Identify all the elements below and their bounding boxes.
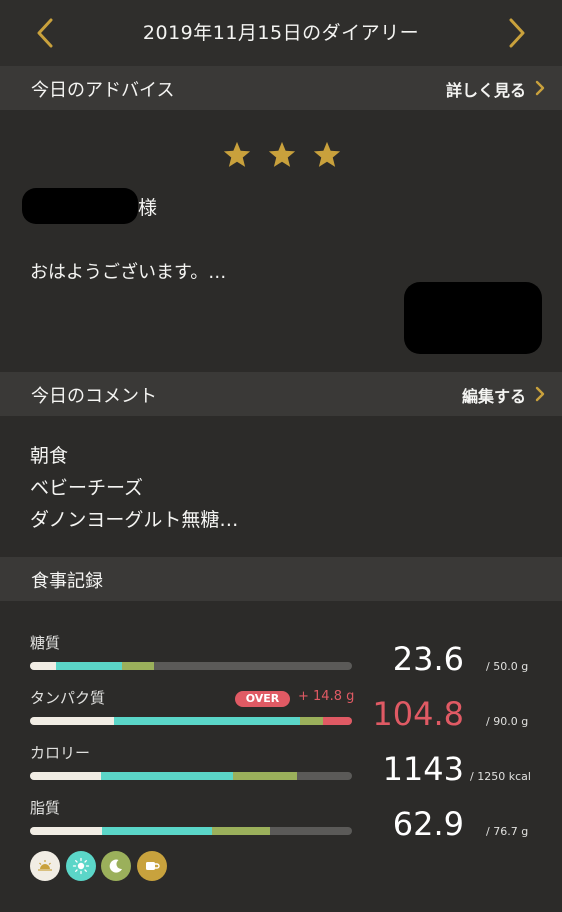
advice-text[interactable]: おはようございます。… <box>30 258 226 284</box>
bar-segment-dinner <box>232 772 298 780</box>
meal-section-header: 食事記録 <box>0 557 562 601</box>
bar-segment-dinner <box>211 827 270 835</box>
comment-text[interactable]: 朝食 ベビーチーズ ダノンヨーグルト無糖… <box>30 440 238 536</box>
chevron-right-icon <box>509 18 525 48</box>
advice-section-header: 今日のアドバイス 詳しく見る <box>0 66 562 110</box>
comment-line: 朝食 <box>30 445 69 467</box>
over-amount: + 14.8 g <box>298 689 355 704</box>
bar-segment-lunch <box>55 662 122 670</box>
breakfast-icon[interactable] <box>30 851 60 881</box>
nutrient-bar <box>30 717 352 725</box>
advice-section-title: 今日のアドバイス <box>31 80 175 101</box>
nutrient-target: / 50.0 g <box>486 660 529 673</box>
advice-rating <box>222 140 342 170</box>
bar-segment-lunch <box>100 772 233 780</box>
nutrient-name: 脂質 <box>30 799 61 817</box>
star-icon <box>268 141 296 167</box>
next-day-button[interactable] <box>502 16 532 50</box>
nutrient-bar <box>30 772 352 780</box>
over-badge: OVER <box>235 691 290 707</box>
redacted-advisor-image <box>404 282 542 354</box>
nutrient-value: 23.6 <box>392 640 464 678</box>
name-suffix: 様 <box>138 197 158 219</box>
nutrient-name: 糖質 <box>30 634 61 652</box>
bar-segment-breakfast <box>30 662 56 670</box>
star-icon <box>223 141 251 167</box>
star-icon <box>313 141 341 167</box>
comment-line: ダノンヨーグルト無糖… <box>30 509 239 531</box>
bar-segment-breakfast <box>30 717 114 725</box>
nutrient-target: / 1250 kcal <box>470 770 531 783</box>
chevron-right-icon[interactable] <box>532 79 548 97</box>
comment-section-header: 今日のコメント 編集する <box>0 372 562 416</box>
bar-segment-lunch <box>113 717 301 725</box>
nutrient-bar <box>30 827 352 835</box>
dinner-icon[interactable] <box>101 851 131 881</box>
sun-icon <box>72 857 90 875</box>
nutrient-value: 1143 <box>382 750 464 788</box>
nutrient-name: カロリー <box>30 744 91 762</box>
edit-comment-link[interactable]: 編集する <box>462 383 526 407</box>
sunrise-icon <box>38 860 52 871</box>
advice-detail-link[interactable]: 詳しく見る <box>446 77 526 101</box>
nutrient-bar <box>30 662 352 670</box>
moon-icon <box>109 859 122 873</box>
chevron-right-icon[interactable] <box>532 385 548 403</box>
nutrient-name: タンパク質 <box>30 689 106 707</box>
meal-section-title: 食事記録 <box>31 571 103 592</box>
lunch-icon[interactable] <box>66 851 96 881</box>
nutrient-value: 62.9 <box>392 805 464 843</box>
bar-segment-lunch <box>102 827 212 835</box>
bar-segment-breakfast <box>30 772 101 780</box>
comment-line: ベビーチーズ <box>30 477 144 499</box>
nutrient-target: / 76.7 g <box>486 825 529 838</box>
bar-segment-breakfast <box>30 827 103 835</box>
nutrient-target: / 90.0 g <box>486 715 529 728</box>
comment-section-title: 今日のコメント <box>31 386 157 407</box>
top-bar: 2019年11月15日のダイアリー <box>0 0 562 66</box>
bar-segment-dinner <box>121 662 154 670</box>
snack-icon[interactable] <box>137 851 167 881</box>
cup-icon <box>146 862 160 870</box>
page-title: 2019年11月15日のダイアリー <box>142 22 420 44</box>
redacted-user-name <box>22 188 138 224</box>
